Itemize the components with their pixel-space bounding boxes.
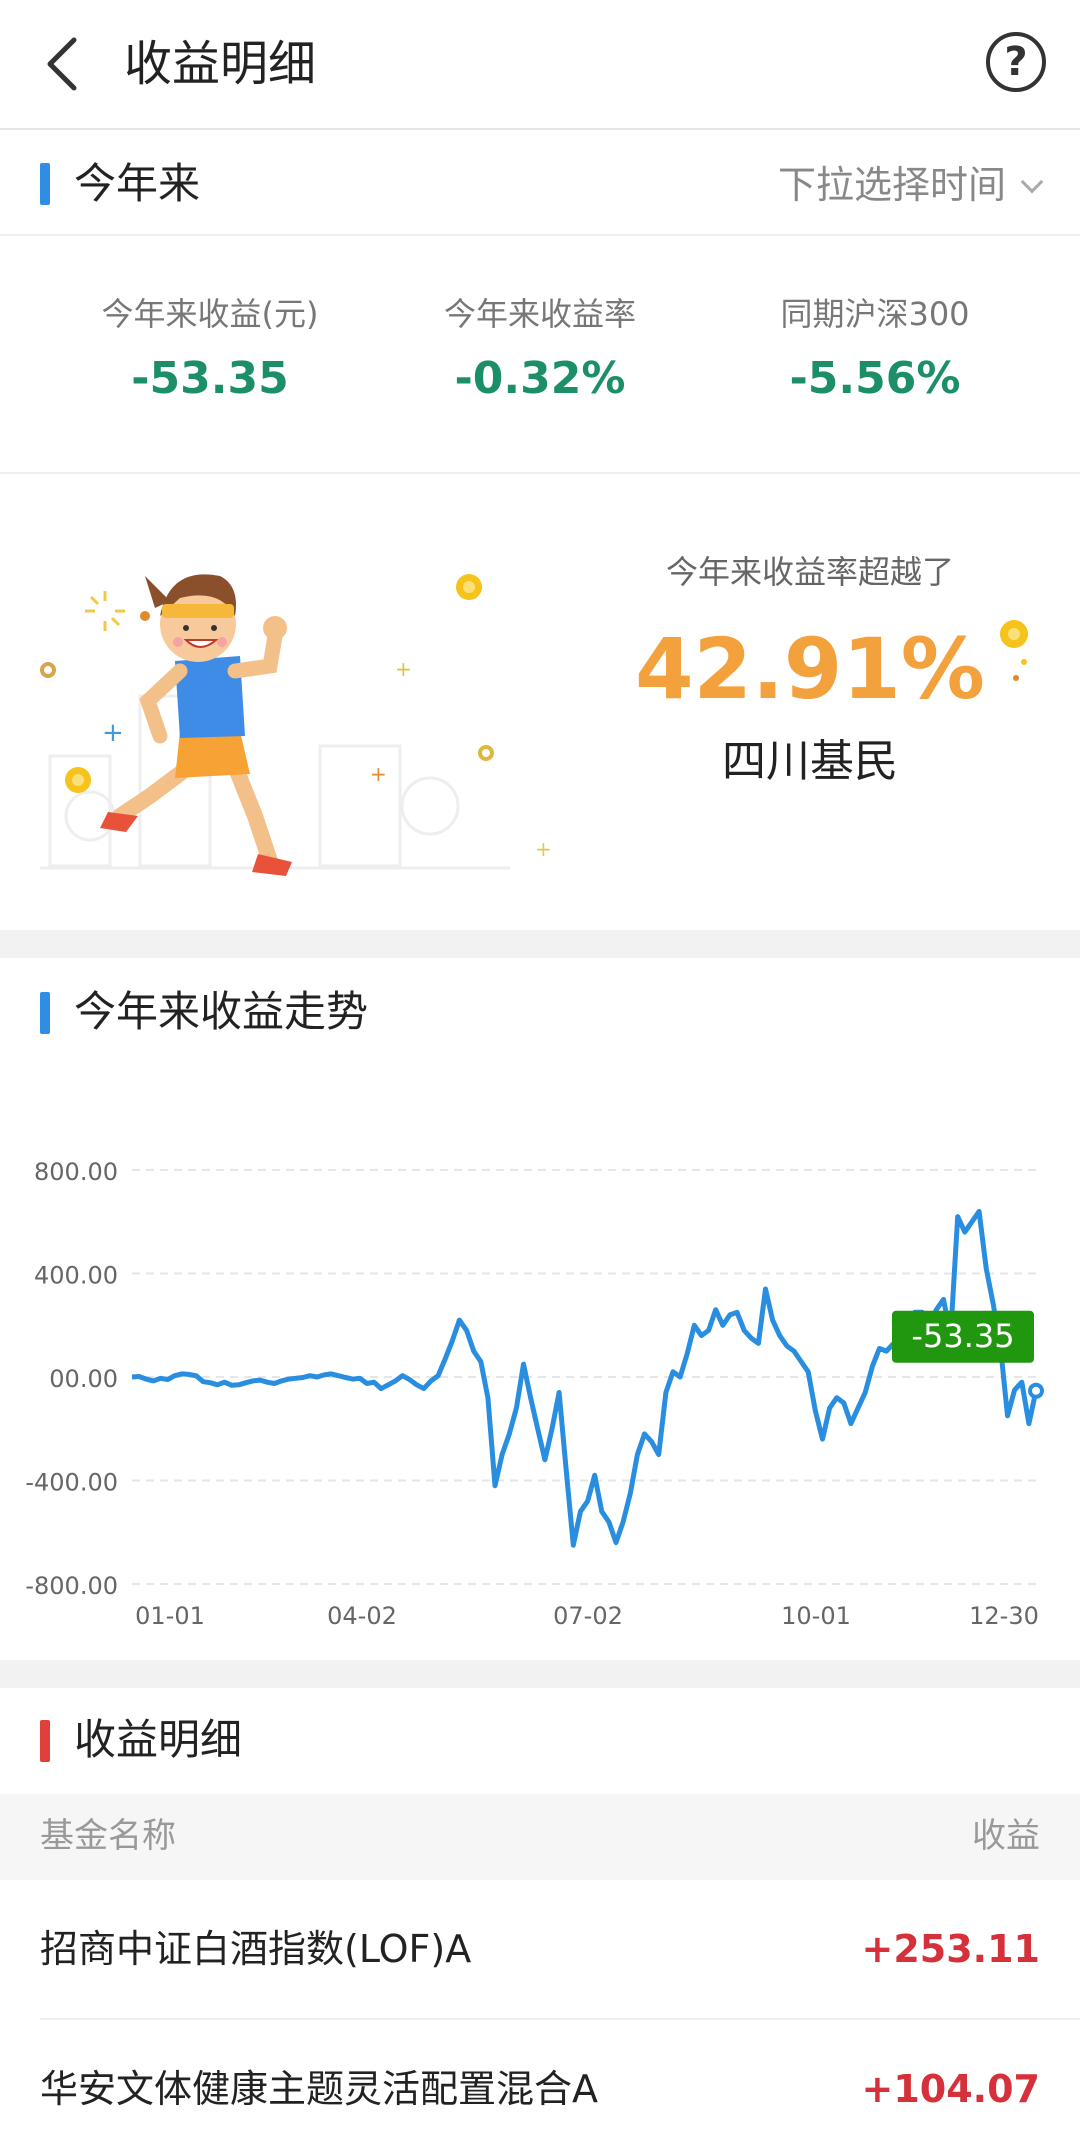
fund-profit: +104.07 — [861, 2067, 1040, 2111]
top-nav-bar: 收益明细 ? — [0, 0, 1080, 130]
svg-text:+: + — [395, 657, 412, 681]
x-tick-label: 01-01 — [135, 1602, 205, 1630]
stat-value: -0.32% — [454, 353, 626, 404]
ranking-banner: + + + + 今年来收益率超越了 42.91% 四川基民 — [0, 476, 1080, 930]
y-tick-label: 800.00 — [34, 1158, 118, 1186]
svg-text:+: + — [535, 837, 552, 861]
x-tick-label: 07-02 — [553, 1602, 623, 1630]
x-tick-label: 12-30 — [969, 1602, 1039, 1630]
x-tick-label: 04-02 — [327, 1602, 397, 1630]
stat-label: 同期沪深300 — [780, 295, 970, 333]
y-tick-label: 400.00 — [34, 1262, 118, 1290]
trend-chart-svg: 800.00 400.00 00.00 -400.00 -800.00 01-01 04-0… — [25, 1158, 1044, 1630]
series-line — [131, 1208, 1039, 1548]
column-header-profit: 收益 — [972, 1816, 1040, 1856]
ranking-percent: 42.91% — [635, 620, 985, 718]
ranking-group: 四川基民 — [722, 736, 898, 787]
fund-name: 华安文体健康主题灵活配置混合A — [40, 2067, 598, 2111]
section-divider — [0, 1660, 1080, 1688]
table-row[interactable]: 华安文体健康主题灵活配置混合A +104.07 — [0, 2020, 1080, 2156]
trend-chart: 800.00 400.00 00.00 -400.00 -800.00 01-01 04-0… — [0, 1068, 1080, 1660]
ranking-label: 今年来收益率超越了 — [665, 553, 954, 591]
stat-label: 今年来收益率 — [443, 295, 636, 333]
summary-stats: 今年来收益(元) -53.35 今年来收益率 -0.32% 同期沪深300 -5… — [0, 238, 1080, 474]
chevron-left-icon[interactable] — [36, 32, 92, 96]
section-accent-bar — [40, 163, 50, 205]
column-header-fund-name: 基金名称 — [40, 1816, 176, 1856]
section-accent-bar — [40, 1720, 50, 1762]
y-tick-label: -400.00 — [25, 1469, 118, 1497]
period-section-header: 今年来 下拉选择时间 — [0, 132, 1080, 236]
trend-title: 今年来收益走势 — [74, 987, 369, 1036]
time-range-dropdown-label: 下拉选择时间 — [777, 163, 1006, 207]
trend-section-header: 今年来收益走势 — [0, 958, 1080, 1068]
last-point-marker — [1028, 1382, 1044, 1399]
question-circle-icon[interactable]: ? — [986, 32, 1046, 92]
value-tooltip-label: -53.35 — [911, 1317, 1014, 1355]
fund-name: 招商中证白酒指数(LOF)A — [40, 1927, 472, 1971]
stat-ytd-rate: 今年来收益率 -0.32% — [360, 292, 720, 410]
svg-text:+: + — [370, 762, 387, 786]
time-range-dropdown[interactable]: 下拉选择时间 — [777, 158, 1044, 212]
stat-ytd-profit: 今年来收益(元) -53.35 — [30, 292, 390, 410]
x-tick-label: 10-01 — [781, 1602, 851, 1630]
section-divider — [0, 930, 1080, 958]
table-row[interactable]: 招商中证白酒指数(LOF)A +253.11 — [0, 1880, 1080, 2020]
y-tick-label: -800.00 — [25, 1572, 118, 1600]
detail-section-header: 收益明细 — [0, 1688, 1080, 1794]
fund-profit: +253.11 — [861, 1927, 1040, 1971]
stat-value: -53.35 — [131, 353, 289, 404]
runner-illustration: + + + + — [40, 574, 552, 876]
detail-title: 收益明细 — [74, 1715, 243, 1764]
svg-text:+: + — [102, 718, 124, 748]
y-tick-label: 00.00 — [49, 1365, 118, 1393]
period-title: 今年来 — [74, 159, 201, 208]
chevron-down-icon — [1020, 170, 1044, 194]
stat-label: 今年来收益(元) — [101, 295, 319, 333]
table-header: 基金名称 收益 — [0, 1794, 1080, 1880]
stat-csi300: 同期沪深300 -5.56% — [695, 292, 1055, 410]
section-accent-bar — [40, 992, 50, 1034]
page-title: 收益明细 — [124, 36, 317, 92]
stat-value: -5.56% — [789, 353, 961, 404]
